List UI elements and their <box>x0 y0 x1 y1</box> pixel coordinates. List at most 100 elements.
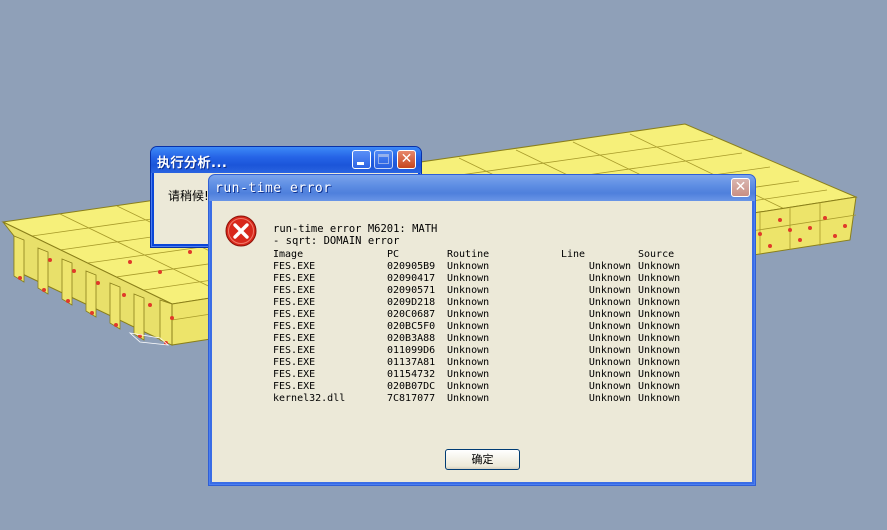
table-row: FES.EXE 01137A81 Unknown Unknown Unknown <box>273 357 698 369</box>
error-message-line2: - sqrt: DOMAIN error <box>273 235 400 247</box>
close-icon: ✕ <box>734 179 747 195</box>
cell-pc: 7C817077 <box>387 393 436 404</box>
column-header-image: Image <box>273 249 304 260</box>
cell-pc: 01137A81 <box>387 357 436 368</box>
cell-routine: Unknown <box>447 309 490 320</box>
cell-source: Unknown <box>638 261 681 272</box>
cell-pc: 020B3A88 <box>387 333 436 344</box>
stack-trace-table: Image PC Routine Line Source FES.EXE 0209… <box>273 249 698 405</box>
cell-image: FES.EXE <box>273 321 316 332</box>
cell-routine: Unknown <box>447 381 490 392</box>
table-row: FES.EXE 020B07DC Unknown Unknown Unknown <box>273 381 698 393</box>
wait-message: 请稍候! <box>168 189 209 203</box>
cell-source: Unknown <box>638 285 681 296</box>
cell-pc: 020905B9 <box>387 261 436 272</box>
error-close-button[interactable]: ✕ <box>731 178 750 197</box>
cell-image: FES.EXE <box>273 369 316 380</box>
cell-source: Unknown <box>638 393 681 404</box>
table-row: FES.EXE 02090417 Unknown Unknown Unknown <box>273 273 698 285</box>
table-row: FES.EXE 020C0687 Unknown Unknown Unknown <box>273 309 698 321</box>
cell-image: FES.EXE <box>273 297 316 308</box>
runtime-error-dialog: run-time error ✕ run-time error M6201: M… <box>208 174 756 486</box>
minimize-button[interactable] <box>352 150 371 169</box>
stack-trace-rows: FES.EXE 020905B9 Unknown Unknown Unknown FES.… <box>273 261 698 405</box>
cell-line: Unknown <box>588 297 631 308</box>
column-header-line: Line <box>561 249 586 260</box>
cell-source: Unknown <box>638 273 681 284</box>
cell-pc: 020B07DC <box>387 381 436 392</box>
cell-line: Unknown <box>588 261 631 272</box>
ok-button[interactable]: 确定 <box>445 449 520 470</box>
cell-line: Unknown <box>588 357 631 368</box>
cell-routine: Unknown <box>447 333 490 344</box>
cell-routine: Unknown <box>447 393 490 404</box>
cell-pc: 01154732 <box>387 369 436 380</box>
error-message-line1: run-time error M6201: MATH <box>273 223 438 235</box>
cell-pc: 0209D218 <box>387 297 436 308</box>
table-header-row: Image PC Routine Line Source <box>273 249 698 261</box>
cell-routine: Unknown <box>447 285 490 296</box>
table-row: FES.EXE 0209D218 Unknown Unknown Unknown <box>273 297 698 309</box>
cell-line: Unknown <box>588 345 631 356</box>
table-row: FES.EXE 01154732 Unknown Unknown Unknown <box>273 369 698 381</box>
cell-image: FES.EXE <box>273 273 316 284</box>
cell-source: Unknown <box>638 345 681 356</box>
table-row: FES.EXE 011099D6 Unknown Unknown Unknown <box>273 345 698 357</box>
cell-image: FES.EXE <box>273 261 316 272</box>
cell-source: Unknown <box>638 309 681 320</box>
cell-source: Unknown <box>638 357 681 368</box>
cell-source: Unknown <box>638 297 681 308</box>
cell-routine: Unknown <box>447 357 490 368</box>
column-header-routine: Routine <box>447 249 490 260</box>
cell-image: FES.EXE <box>273 381 316 392</box>
cell-pc: 02090417 <box>387 273 436 284</box>
cell-line: Unknown <box>588 369 631 380</box>
cell-routine: Unknown <box>447 273 490 284</box>
error-client-area: run-time error M6201: MATH - sqrt: DOMAI… <box>212 201 752 482</box>
close-button[interactable]: ✕ <box>397 150 416 169</box>
cell-routine: Unknown <box>447 369 490 380</box>
maximize-button <box>374 150 393 169</box>
maximize-icon <box>378 154 389 164</box>
error-icon <box>225 215 257 247</box>
cell-source: Unknown <box>638 381 681 392</box>
cell-image: FES.EXE <box>273 357 316 368</box>
cell-image: kernel32.dll <box>273 393 346 404</box>
cell-image: FES.EXE <box>273 345 316 356</box>
column-header-source: Source <box>638 249 675 260</box>
cell-line: Unknown <box>588 285 631 296</box>
table-row: FES.EXE 020905B9 Unknown Unknown Unknown <box>273 261 698 273</box>
minimize-icon <box>357 162 364 165</box>
cell-line: Unknown <box>588 273 631 284</box>
cell-pc: 02090571 <box>387 285 436 296</box>
table-row: FES.EXE 020B3A88 Unknown Unknown Unknown <box>273 333 698 345</box>
cell-source: Unknown <box>638 369 681 380</box>
cell-routine: Unknown <box>447 321 490 332</box>
cell-pc: 020C0687 <box>387 309 436 320</box>
progress-titlebar[interactable]: 执行分析... ✕ <box>151 147 421 173</box>
cell-line: Unknown <box>588 393 631 404</box>
cell-image: FES.EXE <box>273 333 316 344</box>
cell-image: FES.EXE <box>273 309 316 320</box>
cell-line: Unknown <box>588 321 631 332</box>
cell-pc: 011099D6 <box>387 345 436 356</box>
cell-routine: Unknown <box>447 297 490 308</box>
table-row: kernel32.dll 7C817077 Unknown Unknown Unknow… <box>273 393 698 405</box>
column-header-pc: PC <box>387 249 400 260</box>
cell-routine: Unknown <box>447 345 490 356</box>
cell-line: Unknown <box>588 309 631 320</box>
close-icon: ✕ <box>400 151 413 167</box>
progress-title: 执行分析... <box>157 156 228 171</box>
cell-routine: Unknown <box>447 261 490 272</box>
cell-line: Unknown <box>588 381 631 392</box>
error-message: run-time error M6201: MATH - sqrt: DOMAI… <box>273 223 437 247</box>
error-titlebar[interactable]: run-time error ✕ <box>209 175 755 201</box>
table-row: FES.EXE 020BC5F0 Unknown Unknown Unknown <box>273 321 698 333</box>
cell-pc: 020BC5F0 <box>387 321 436 332</box>
table-row: FES.EXE 02090571 Unknown Unknown Unknown <box>273 285 698 297</box>
cell-source: Unknown <box>638 321 681 332</box>
cell-image: FES.EXE <box>273 285 316 296</box>
cell-line: Unknown <box>588 333 631 344</box>
cell-source: Unknown <box>638 333 681 344</box>
error-title: run-time error <box>215 181 332 196</box>
